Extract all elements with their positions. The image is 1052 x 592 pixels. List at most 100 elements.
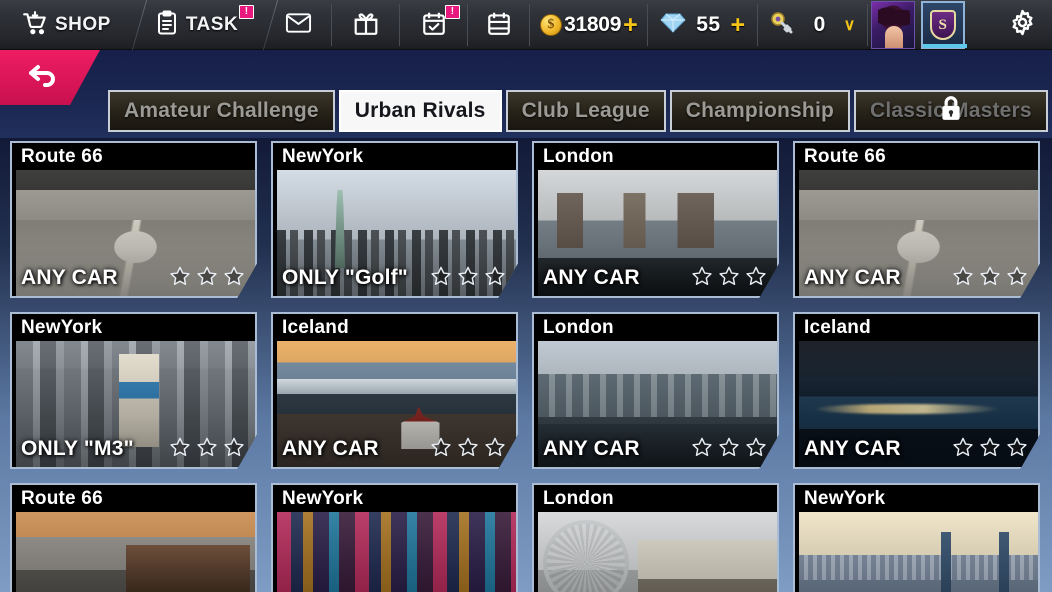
race-requirement: ANY CAR <box>282 437 379 460</box>
race-thumbnail <box>538 512 777 592</box>
star-empty-icon <box>691 265 713 292</box>
key-icon <box>770 11 796 40</box>
race-title: NewYork <box>273 485 516 512</box>
star-rating <box>952 265 1032 292</box>
envelope-icon <box>285 12 312 39</box>
coins-value: 31809 <box>564 13 622 36</box>
mail-button[interactable] <box>264 0 333 50</box>
race-card[interactable]: NewYork ONLY "M3" <box>10 312 257 469</box>
scene-art <box>277 512 516 592</box>
race-title: Route 66 <box>12 485 255 512</box>
coin-icon: $ <box>540 14 563 36</box>
events-badge: ! <box>445 5 461 19</box>
tab-label: Club League <box>521 99 650 122</box>
task-button[interactable]: TASK ! <box>133 0 264 50</box>
star-empty-icon <box>169 265 191 292</box>
race-card-footer: ANY CAR <box>795 433 1038 465</box>
gems-display[interactable]: 55 + <box>648 0 759 50</box>
events-button[interactable]: ! <box>400 0 469 50</box>
star-empty-icon <box>979 265 1001 292</box>
tab-label: Urban Rivals <box>354 99 486 122</box>
race-thumbnail <box>799 512 1038 592</box>
mode-tabs: Amateur Challenge Urban Rivals Club League… <box>108 90 1048 132</box>
back-button[interactable] <box>0 50 100 105</box>
coins-add-button[interactable]: + <box>623 13 638 38</box>
race-card[interactable]: NewYork ONLY "Golf" <box>271 141 518 298</box>
daily-button[interactable] <box>468 0 531 50</box>
race-card-footer: ANY CAR <box>273 433 516 465</box>
tab-label: Amateur Challenge <box>124 99 319 122</box>
race-card[interactable]: Iceland ANY CAR <box>793 312 1040 469</box>
shield-badge-icon: S <box>920 1 967 49</box>
race-requirement: ANY CAR <box>543 266 640 289</box>
clipboard-icon <box>155 10 179 41</box>
top-bar: SHOP TASK ! ! $ 31809 + 55 + 0 ∨ S <box>0 0 1052 50</box>
race-card[interactable]: London ANY CAR <box>532 141 779 298</box>
star-empty-icon <box>484 265 506 292</box>
race-list-panel: Route 66 ANY CAR NewYork ONLY "Golf" London A… <box>0 138 1052 592</box>
tab-championship[interactable]: Championship <box>669 90 851 132</box>
race-requirement: ANY CAR <box>804 437 901 460</box>
star-empty-icon <box>196 436 218 463</box>
race-grid: Route 66 ANY CAR NewYork ONLY "Golf" London A… <box>10 141 1050 592</box>
race-card[interactable]: NewYork <box>271 483 518 592</box>
star-rating <box>691 265 771 292</box>
settings-button[interactable] <box>993 0 1052 50</box>
race-card[interactable]: London ANY CAR <box>532 312 779 469</box>
race-title: London <box>534 314 777 341</box>
star-rating <box>169 436 249 463</box>
race-card[interactable]: NewYork <box>793 483 1040 592</box>
gift-icon <box>353 10 379 41</box>
race-card-footer: ONLY "Golf" <box>273 262 516 294</box>
rank-badge-button[interactable]: S <box>918 0 968 50</box>
race-card-footer: ANY CAR <box>534 262 777 294</box>
race-title: Iceland <box>273 314 516 341</box>
lock-icon <box>938 94 964 128</box>
star-rating <box>691 436 771 463</box>
gift-button[interactable] <box>332 0 401 50</box>
scene-art <box>799 512 1038 592</box>
star-rating <box>430 436 510 463</box>
tab-club-league[interactable]: Club League <box>505 90 666 132</box>
tab-urban-rivals[interactable]: Urban Rivals <box>338 90 502 132</box>
race-title: London <box>534 485 777 512</box>
race-card[interactable]: Route 66 ANY CAR <box>793 141 1040 298</box>
shopping-cart-icon <box>22 10 48 41</box>
tab-label: Championship <box>685 99 835 122</box>
rank-letter: S <box>929 10 956 40</box>
race-card[interactable]: Route 66 <box>10 483 257 592</box>
star-empty-icon <box>1006 265 1028 292</box>
race-card[interactable]: London <box>532 483 779 592</box>
keys-value: 0 <box>813 13 826 36</box>
race-card[interactable]: Route 66 ANY CAR <box>10 141 257 298</box>
race-card-footer: ANY CAR <box>534 433 777 465</box>
tab-amateur-challenge[interactable]: Amateur Challenge <box>108 90 335 132</box>
chevron-down-icon[interactable]: ∨ <box>844 15 856 35</box>
shop-label: SHOP <box>55 14 111 35</box>
back-arrow-icon <box>26 61 60 94</box>
star-empty-icon <box>196 265 218 292</box>
race-requirement: ANY CAR <box>804 266 901 289</box>
star-empty-icon <box>979 436 1001 463</box>
scene-art <box>538 512 777 592</box>
star-empty-icon <box>484 436 506 463</box>
scene-art <box>16 512 255 592</box>
race-title: Route 66 <box>12 143 255 170</box>
star-empty-icon <box>718 265 740 292</box>
shop-button[interactable]: SHOP <box>0 0 133 50</box>
keys-display[interactable]: 0 ∨ <box>758 0 869 50</box>
avatar-button[interactable] <box>868 0 918 50</box>
race-card-footer: ONLY "M3" <box>12 433 255 465</box>
race-card-footer: ANY CAR <box>12 262 255 294</box>
race-title: NewYork <box>273 143 516 170</box>
star-empty-icon <box>223 265 245 292</box>
gems-add-button[interactable]: + <box>731 13 746 38</box>
star-empty-icon <box>952 436 974 463</box>
race-card[interactable]: Iceland ANY CAR <box>271 312 518 469</box>
race-requirement: ONLY "M3" <box>21 437 134 460</box>
avatar <box>870 1 915 49</box>
coins-display[interactable]: $ 31809 + <box>530 0 649 50</box>
calendar-check-icon <box>421 10 447 41</box>
tab-classic-masters[interactable]: Classic Masters <box>854 90 1048 132</box>
race-requirement: ONLY "Golf" <box>282 266 408 289</box>
